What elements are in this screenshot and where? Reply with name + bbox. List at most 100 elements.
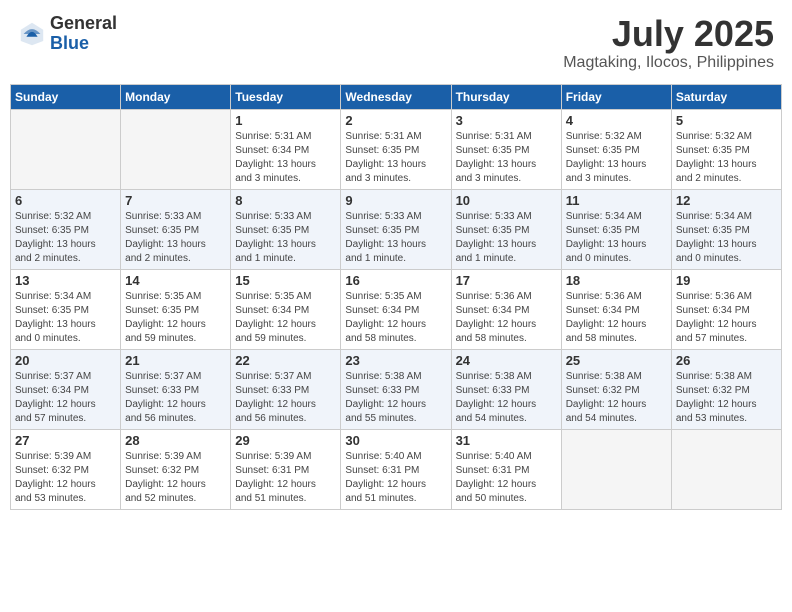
calendar-cell: 19Sunrise: 5:36 AM Sunset: 6:34 PM Dayli… — [671, 269, 781, 349]
calendar-cell: 29 Sunrise: 5:39 AM Sunset: 6:31 PM Dayli… — [231, 429, 341, 509]
day-detail: Sunrise: 5:33 AM Sunset: 6:35 PM Dayligh… — [456, 210, 557, 266]
month-title: July 2025 — [563, 14, 774, 54]
day-detail: Sunrise: 5:34 AM Sunset: 6:35 PM Dayligh… — [566, 210, 667, 266]
page-header: General Blue July 2025 Magtaking, Ilocos… — [10, 10, 782, 76]
calendar-cell — [11, 109, 121, 189]
calendar-cell — [561, 429, 671, 509]
day-number: 23 — [345, 353, 446, 368]
day-number: 18 — [566, 273, 667, 288]
calendar-cell: 17 Sunrise: 5:36 AM Sunset: 6:34 PM Dayli… — [451, 269, 561, 349]
day-detail: Sunrise: 5:31 AM Sunset: 6:35 PM Dayligh… — [456, 130, 557, 186]
day-number: 26 — [676, 353, 777, 368]
day-number: 12 — [676, 193, 777, 208]
calendar-cell: 22Sunrise: 5:37 AM Sunset: 6:33 PM Dayli… — [231, 349, 341, 429]
day-number: 9 — [345, 193, 446, 208]
calendar-cell: 10 Sunrise: 5:33 AM Sunset: 6:35 PM Dayli… — [451, 189, 561, 269]
day-number: 1 — [235, 113, 336, 128]
day-detail: Sunrise: 5:39 AM Sunset: 6:31 PM Dayligh… — [235, 450, 336, 506]
calendar-cell: 24Sunrise: 5:38 AM Sunset: 6:33 PM Dayli… — [451, 349, 561, 429]
day-detail: Sunrise: 5:31 AM Sunset: 6:35 PM Dayligh… — [345, 130, 446, 186]
calendar-cell: 14Sunrise: 5:35 AM Sunset: 6:35 PM Dayli… — [121, 269, 231, 349]
calendar-cell: 31 Sunrise: 5:40 AM Sunset: 6:31 PM Dayli… — [451, 429, 561, 509]
day-number: 31 — [456, 433, 557, 448]
day-detail: Sunrise: 5:38 AM Sunset: 6:32 PM Dayligh… — [676, 370, 777, 426]
column-header-saturday: Saturday — [671, 84, 781, 109]
calendar-cell: 18 Sunrise: 5:36 AM Sunset: 6:34 PM Dayli… — [561, 269, 671, 349]
day-number: 22 — [235, 353, 336, 368]
calendar-header-row: SundayMondayTuesdayWednesdayThursdayFrid… — [11, 84, 782, 109]
day-number: 19 — [676, 273, 777, 288]
day-detail: Sunrise: 5:39 AM Sunset: 6:32 PM Dayligh… — [15, 450, 116, 506]
day-number: 29 — [235, 433, 336, 448]
day-detail: Sunrise: 5:35 AM Sunset: 6:35 PM Dayligh… — [125, 290, 226, 346]
column-header-sunday: Sunday — [11, 84, 121, 109]
day-number: 10 — [456, 193, 557, 208]
day-number: 16 — [345, 273, 446, 288]
logo-icon — [18, 20, 46, 48]
day-detail: Sunrise: 5:36 AM Sunset: 6:34 PM Dayligh… — [566, 290, 667, 346]
title-block: July 2025 Magtaking, Ilocos, Philippines — [563, 14, 774, 72]
logo-text: General Blue — [50, 14, 117, 54]
calendar-week-row: 20 Sunrise: 5:37 AM Sunset: 6:34 PM Dayli… — [11, 349, 782, 429]
column-header-friday: Friday — [561, 84, 671, 109]
day-detail: Sunrise: 5:36 AM Sunset: 6:34 PM Dayligh… — [456, 290, 557, 346]
logo-blue: Blue — [50, 34, 117, 54]
calendar-week-row: 27 Sunrise: 5:39 AM Sunset: 6:32 PM Dayli… — [11, 429, 782, 509]
calendar-cell: 23Sunrise: 5:38 AM Sunset: 6:33 PM Dayli… — [341, 349, 451, 429]
day-number: 27 — [15, 433, 116, 448]
calendar-cell: 30Sunrise: 5:40 AM Sunset: 6:31 PM Dayli… — [341, 429, 451, 509]
day-detail: Sunrise: 5:34 AM Sunset: 6:35 PM Dayligh… — [676, 210, 777, 266]
calendar-cell: 4 Sunrise: 5:32 AM Sunset: 6:35 PM Daylig… — [561, 109, 671, 189]
calendar-cell: 15 Sunrise: 5:35 AM Sunset: 6:34 PM Dayli… — [231, 269, 341, 349]
calendar-cell: 6Sunrise: 5:32 AM Sunset: 6:35 PM Daylig… — [11, 189, 121, 269]
calendar-cell: 28Sunrise: 5:39 AM Sunset: 6:32 PM Dayli… — [121, 429, 231, 509]
day-detail: Sunrise: 5:33 AM Sunset: 6:35 PM Dayligh… — [125, 210, 226, 266]
day-number: 13 — [15, 273, 116, 288]
calendar-cell: 21Sunrise: 5:37 AM Sunset: 6:33 PM Dayli… — [121, 349, 231, 429]
calendar-cell — [121, 109, 231, 189]
logo-general: General — [50, 14, 117, 34]
calendar-cell — [671, 429, 781, 509]
calendar-cell: 12 Sunrise: 5:34 AM Sunset: 6:35 PM Dayli… — [671, 189, 781, 269]
day-detail: Sunrise: 5:40 AM Sunset: 6:31 PM Dayligh… — [345, 450, 446, 506]
day-detail: Sunrise: 5:33 AM Sunset: 6:35 PM Dayligh… — [235, 210, 336, 266]
day-number: 17 — [456, 273, 557, 288]
day-number: 15 — [235, 273, 336, 288]
day-detail: Sunrise: 5:32 AM Sunset: 6:35 PM Dayligh… — [15, 210, 116, 266]
day-number: 5 — [676, 113, 777, 128]
day-number: 4 — [566, 113, 667, 128]
day-number: 2 — [345, 113, 446, 128]
day-number: 8 — [235, 193, 336, 208]
day-detail: Sunrise: 5:32 AM Sunset: 6:35 PM Dayligh… — [566, 130, 667, 186]
calendar-cell: 3Sunrise: 5:31 AM Sunset: 6:35 PM Daylig… — [451, 109, 561, 189]
calendar-week-row: 13 Sunrise: 5:34 AM Sunset: 6:35 PM Dayli… — [11, 269, 782, 349]
calendar-cell: 25Sunrise: 5:38 AM Sunset: 6:32 PM Dayli… — [561, 349, 671, 429]
calendar-table: SundayMondayTuesdayWednesdayThursdayFrid… — [10, 84, 782, 510]
day-number: 11 — [566, 193, 667, 208]
day-detail: Sunrise: 5:31 AM Sunset: 6:34 PM Dayligh… — [235, 130, 336, 186]
calendar-cell: 13 Sunrise: 5:34 AM Sunset: 6:35 PM Dayli… — [11, 269, 121, 349]
day-detail: Sunrise: 5:39 AM Sunset: 6:32 PM Dayligh… — [125, 450, 226, 506]
day-detail: Sunrise: 5:35 AM Sunset: 6:34 PM Dayligh… — [235, 290, 336, 346]
day-number: 24 — [456, 353, 557, 368]
calendar-week-row: 1 Sunrise: 5:31 AM Sunset: 6:34 PM Daylig… — [11, 109, 782, 189]
day-detail: Sunrise: 5:33 AM Sunset: 6:35 PM Dayligh… — [345, 210, 446, 266]
calendar-cell: 26 Sunrise: 5:38 AM Sunset: 6:32 PM Dayli… — [671, 349, 781, 429]
day-detail: Sunrise: 5:40 AM Sunset: 6:31 PM Dayligh… — [456, 450, 557, 506]
calendar-cell: 1 Sunrise: 5:31 AM Sunset: 6:34 PM Daylig… — [231, 109, 341, 189]
day-detail: Sunrise: 5:34 AM Sunset: 6:35 PM Dayligh… — [15, 290, 116, 346]
column-header-wednesday: Wednesday — [341, 84, 451, 109]
column-header-tuesday: Tuesday — [231, 84, 341, 109]
calendar-cell: 7Sunrise: 5:33 AM Sunset: 6:35 PM Daylig… — [121, 189, 231, 269]
day-number: 21 — [125, 353, 226, 368]
calendar-week-row: 6Sunrise: 5:32 AM Sunset: 6:35 PM Daylig… — [11, 189, 782, 269]
calendar-cell: 20 Sunrise: 5:37 AM Sunset: 6:34 PM Dayli… — [11, 349, 121, 429]
day-detail: Sunrise: 5:37 AM Sunset: 6:34 PM Dayligh… — [15, 370, 116, 426]
calendar-cell: 9 Sunrise: 5:33 AM Sunset: 6:35 PM Daylig… — [341, 189, 451, 269]
calendar-cell: 11 Sunrise: 5:34 AM Sunset: 6:35 PM Dayli… — [561, 189, 671, 269]
calendar-cell: 2 Sunrise: 5:31 AM Sunset: 6:35 PM Daylig… — [341, 109, 451, 189]
calendar-cell: 16Sunrise: 5:35 AM Sunset: 6:34 PM Dayli… — [341, 269, 451, 349]
day-detail: Sunrise: 5:38 AM Sunset: 6:32 PM Dayligh… — [566, 370, 667, 426]
column-header-monday: Monday — [121, 84, 231, 109]
day-number: 20 — [15, 353, 116, 368]
